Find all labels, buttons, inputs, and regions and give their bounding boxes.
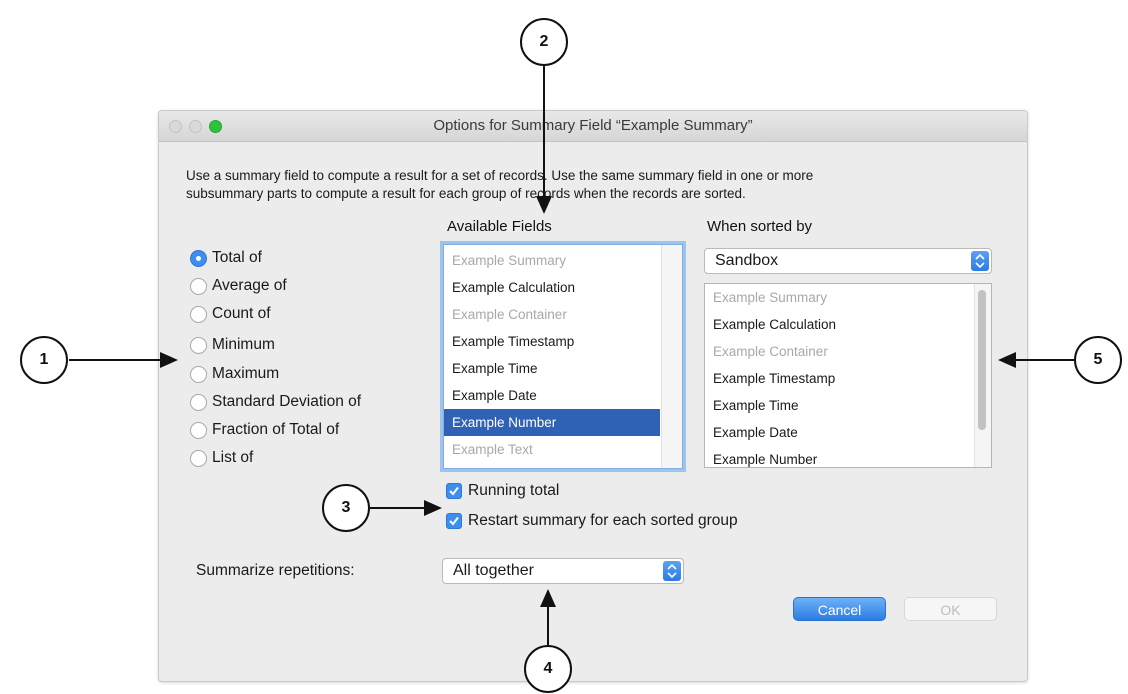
- callout-3: 3: [322, 484, 370, 532]
- callout-5: 5: [1074, 336, 1122, 384]
- callout-1: 1: [20, 336, 68, 384]
- callout-2: 2: [520, 18, 568, 66]
- callout-4: 4: [524, 645, 572, 693]
- callout-arrows: [69, 66, 1074, 645]
